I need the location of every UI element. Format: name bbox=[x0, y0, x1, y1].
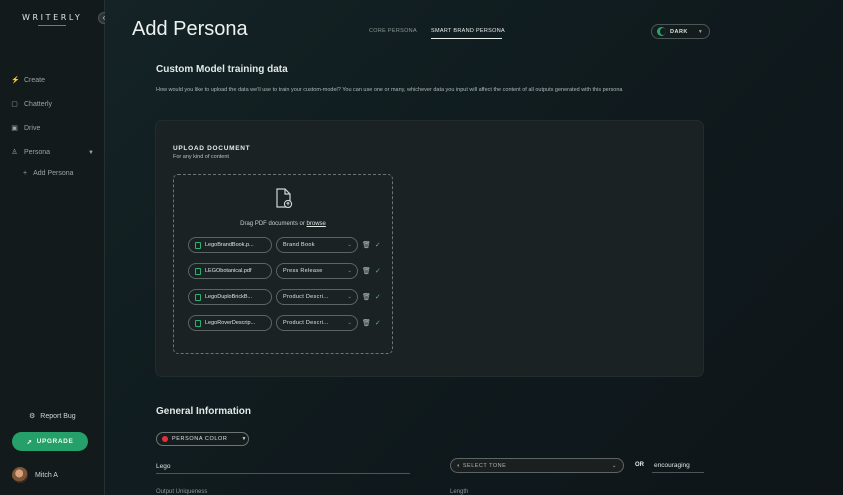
user-profile[interactable]: Mitch A bbox=[12, 467, 58, 483]
chevron-down-icon: ▼ bbox=[241, 436, 248, 442]
theme-toggle[interactable]: DARK ▼ bbox=[651, 24, 710, 39]
general-info-title: General Information bbox=[156, 406, 252, 417]
sidebar-item-label: Chatterly bbox=[24, 100, 53, 108]
length-label: Length bbox=[450, 489, 469, 495]
browse-link[interactable]: browse bbox=[307, 221, 326, 227]
check-icon: ✓ bbox=[374, 268, 381, 275]
file-name: LegoDuploBrickB... bbox=[205, 294, 253, 300]
upload-subtitle: For any kind of content bbox=[173, 154, 229, 160]
upload-file-icon bbox=[276, 188, 293, 209]
check-icon: ✓ bbox=[374, 294, 381, 301]
document-icon bbox=[195, 319, 201, 327]
sidebar-item-create[interactable]: ⚡ Create bbox=[11, 74, 45, 86]
file-name: LegoRoverDescrip... bbox=[205, 320, 256, 326]
gear-icon: ⚙ bbox=[29, 413, 36, 420]
file-pill[interactable]: LegoRoverDescrip... bbox=[188, 315, 272, 331]
tab-core-persona[interactable]: CORE PERSONA bbox=[369, 28, 417, 34]
file-pill[interactable]: LEGObotanical.pdf bbox=[188, 263, 272, 279]
output-uniqueness-label: Output Uniqueness bbox=[156, 489, 208, 495]
main-content: Add Persona CORE PERSONA SMART BRAND PER… bbox=[105, 0, 843, 495]
report-bug-button[interactable]: ⚙ Report Bug bbox=[29, 412, 76, 421]
plus-icon: + bbox=[23, 170, 28, 177]
file-drop-zone[interactable]: Drag PDF documents or browse LegoBrandBo… bbox=[173, 174, 393, 354]
chevron-down-icon: ▼ bbox=[697, 28, 704, 35]
document-type-select[interactable]: Product Descri... ⌄ bbox=[276, 289, 358, 305]
file-name: LEGObotanical.pdf bbox=[205, 268, 252, 274]
file-row: LegoDuploBrickB... Product Descri... ⌄ 🗑… bbox=[188, 289, 381, 305]
persona-name-field[interactable]: Lego bbox=[156, 460, 410, 474]
sidebar-item-label: Create bbox=[24, 76, 46, 84]
check-icon: ✓ bbox=[374, 320, 381, 327]
user-name: Mitch A bbox=[35, 471, 58, 479]
report-bug-label: Report Bug bbox=[40, 412, 76, 420]
document-icon bbox=[195, 293, 201, 301]
trash-icon[interactable]: 🗑 bbox=[362, 267, 371, 275]
sidebar: WRITERLY ‹ ⚡ Create ▢ Chatterly ▣ Drive … bbox=[0, 0, 110, 495]
chevron-down-icon: ⌄ bbox=[347, 268, 352, 274]
file-pill[interactable]: LegoDuploBrickB... bbox=[188, 289, 272, 305]
upgrade-label: UPGRADE bbox=[36, 438, 74, 445]
document-type-value: Brand Book bbox=[283, 242, 315, 248]
document-type-select[interactable]: Brand Book ⌄ bbox=[276, 237, 358, 253]
file-row: LEGObotanical.pdf Press Release ⌄ 🗑 ✓ bbox=[188, 263, 381, 279]
file-row: LegoRoverDescrip... Product Descri... ⌄ … bbox=[188, 315, 381, 331]
drive-icon: ▣ bbox=[11, 124, 18, 132]
rocket-icon: ➚ bbox=[26, 438, 33, 446]
sidebar-item-label: Add Persona bbox=[33, 170, 74, 177]
sidebar-item-label: Persona bbox=[24, 148, 51, 156]
logo-underline bbox=[38, 25, 66, 26]
wand-icon: ⚡ bbox=[11, 76, 20, 84]
or-label: OR bbox=[635, 462, 644, 468]
drop-instructions: Drag PDF documents or browse bbox=[174, 221, 392, 227]
check-icon: ✓ bbox=[374, 242, 381, 249]
chevron-down-icon: ⌄ bbox=[347, 242, 352, 248]
upload-document-card: UPLOAD DOCUMENT For any kind of content … bbox=[155, 120, 704, 377]
chevron-down-icon: ⌄ bbox=[611, 462, 617, 469]
file-row: LegoBrandBook.p... Brand Book ⌄ 🗑 ✓ bbox=[188, 237, 381, 253]
sidebar-item-chatterly[interactable]: ▢ Chatterly bbox=[11, 98, 52, 110]
document-type-value: Press Release bbox=[283, 268, 323, 274]
color-swatch bbox=[162, 436, 168, 442]
persona-icon: ♙ bbox=[11, 148, 18, 156]
active-tab-indicator bbox=[431, 38, 502, 39]
upload-title: UPLOAD DOCUMENT bbox=[173, 145, 251, 152]
training-section-title: Custom Model training data bbox=[156, 64, 288, 75]
tone-placeholder: ◐ SELECT TONE bbox=[457, 463, 506, 469]
document-icon bbox=[195, 241, 201, 249]
app-logo[interactable]: WRITERLY bbox=[22, 13, 82, 22]
sidebar-item-label: Drive bbox=[24, 124, 41, 132]
persona-color-select[interactable]: PERSONA COLOR ▼ bbox=[156, 432, 249, 446]
chevron-down-icon[interactable]: ▼ bbox=[88, 150, 94, 156]
theme-label: DARK bbox=[670, 28, 688, 35]
sidebar-item-drive[interactable]: ▣ Drive bbox=[11, 122, 40, 134]
moon-icon bbox=[657, 27, 666, 36]
file-name: LegoBrandBook.p... bbox=[205, 242, 254, 248]
sidebar-item-persona[interactable]: ♙ Persona bbox=[11, 146, 50, 158]
document-type-value: Product Descri... bbox=[283, 320, 329, 326]
tone-select[interactable]: ◐ SELECT TONE ⌄ bbox=[450, 458, 624, 473]
document-type-select[interactable]: Product Descri... ⌄ bbox=[276, 315, 358, 331]
document-type-value: Product Descri... bbox=[283, 294, 329, 300]
tone-placeholder-text: SELECT TONE bbox=[462, 462, 507, 469]
chevron-down-icon: ⌄ bbox=[347, 294, 352, 300]
document-type-select[interactable]: Press Release ⌄ bbox=[276, 263, 358, 279]
file-pill[interactable]: LegoBrandBook.p... bbox=[188, 237, 272, 253]
trash-icon[interactable]: 🗑 bbox=[362, 319, 371, 327]
drop-text: Drag PDF documents or bbox=[240, 221, 305, 227]
document-icon bbox=[195, 267, 201, 275]
training-description: How would you like to upload the data we… bbox=[156, 87, 623, 93]
trash-icon[interactable]: 🗑 bbox=[362, 293, 371, 301]
avatar bbox=[12, 467, 28, 483]
persona-color-label: PERSONA COLOR bbox=[172, 436, 228, 442]
sidebar-item-add-persona[interactable]: + Add Persona bbox=[23, 170, 74, 177]
chevron-down-icon: ⌄ bbox=[347, 320, 352, 326]
page-title: Add Persona bbox=[132, 18, 248, 40]
custom-tone-field[interactable]: encouraging bbox=[652, 459, 704, 473]
tab-smart-brand-persona[interactable]: SMART BRAND PERSONA bbox=[431, 28, 505, 34]
chat-icon: ▢ bbox=[11, 100, 18, 108]
trash-icon[interactable]: 🗑 bbox=[362, 241, 371, 249]
upgrade-button[interactable]: ➚ UPGRADE bbox=[12, 432, 88, 451]
